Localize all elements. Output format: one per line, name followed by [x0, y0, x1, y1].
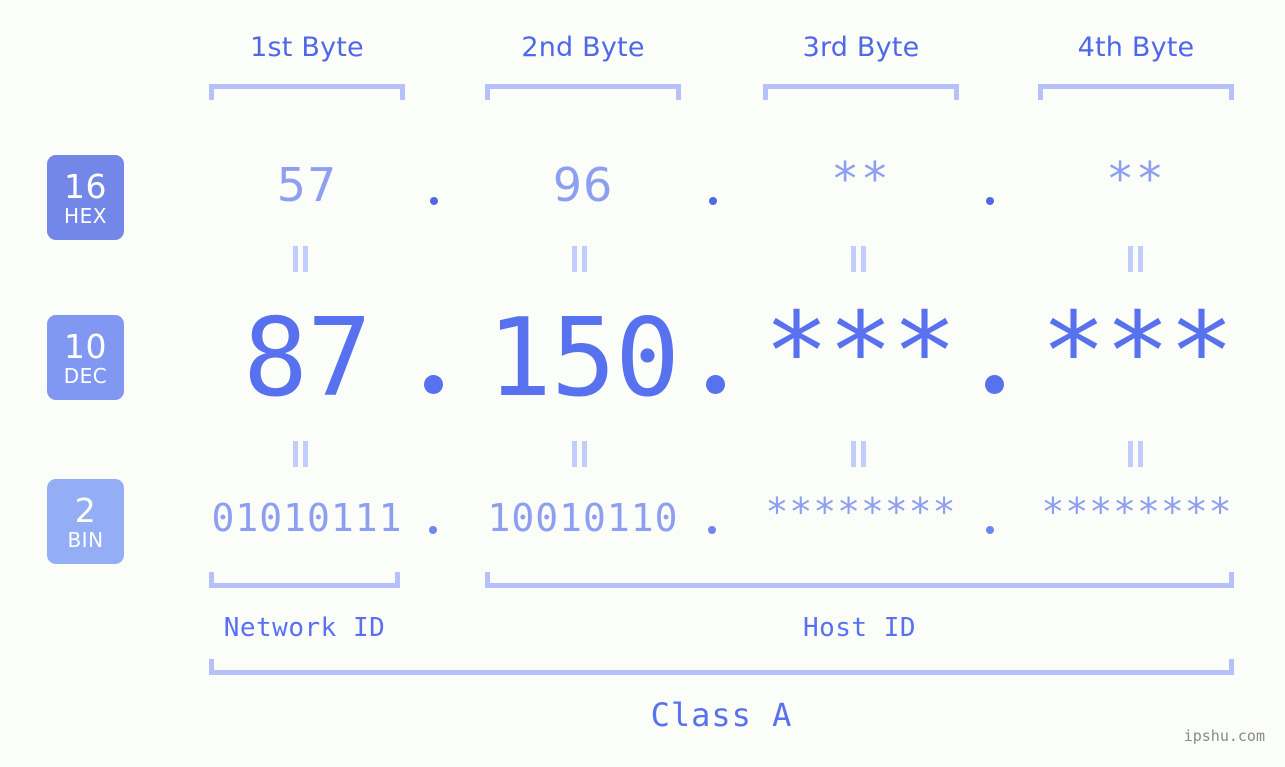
- radix-badge-name: BIN: [67, 527, 104, 552]
- byte-header-label: 3rd Byte: [802, 32, 920, 63]
- dec-value-byte-3: ***: [752, 290, 968, 415]
- dec-value-text: 150: [486, 296, 680, 421]
- host-id-text: Host ID: [802, 613, 917, 643]
- byte-bracket-2: [485, 84, 681, 100]
- dec-separator-dot-2: [706, 375, 725, 394]
- hex-value-byte-3: **: [763, 152, 959, 206]
- dec-value-text: ***: [1040, 290, 1234, 415]
- radix-badge-number: 2: [74, 490, 97, 530]
- equality-mark-hex-dec-1: [293, 246, 309, 272]
- radix-badge-dec: 10 DEC: [47, 315, 124, 400]
- dec-value-byte-2: 150: [471, 296, 695, 421]
- dec-value-byte-4: ***: [1029, 290, 1245, 415]
- byte-header-label: 4th Byte: [1077, 32, 1195, 63]
- class-label-text: Class A: [650, 696, 793, 734]
- equality-mark-hex-dec-2: [572, 246, 588, 272]
- hex-value-byte-1: 57: [209, 158, 405, 212]
- radix-badge-name: HEX: [64, 203, 107, 228]
- bin-separator-dot-2: [708, 526, 716, 534]
- bin-separator-dot-1: [429, 526, 437, 534]
- bin-value-byte-3: ********: [755, 490, 967, 534]
- site-watermark: ipshu.com: [1184, 727, 1265, 745]
- hex-value-byte-4: **: [1038, 152, 1234, 206]
- equality-mark-dec-bin-1: [293, 441, 309, 467]
- byte-header-2: 2nd Byte: [485, 32, 681, 63]
- bin-value-byte-1: 01010111: [201, 496, 413, 540]
- network-id-label: Network ID: [209, 613, 400, 643]
- bin-value-text: ********: [1041, 490, 1233, 534]
- class-label: Class A: [209, 696, 1234, 734]
- network-id-bracket: [209, 572, 400, 588]
- bin-value-text: 10010110: [487, 496, 679, 540]
- hex-value-text: **: [1106, 152, 1166, 206]
- equality-mark-dec-bin-2: [572, 441, 588, 467]
- host-id-bracket: [485, 572, 1234, 588]
- byte-bracket-4: [1038, 84, 1234, 100]
- equality-mark-dec-bin-4: [1128, 441, 1144, 467]
- hex-value-text: 96: [552, 158, 614, 212]
- byte-header-1: 1st Byte: [209, 32, 405, 63]
- hex-separator-dot-2: [709, 197, 717, 205]
- equality-mark-hex-dec-4: [1128, 246, 1144, 272]
- bin-value-byte-4: ********: [1031, 490, 1243, 534]
- hex-value-text: 57: [276, 158, 338, 212]
- radix-badge-bin: 2 BIN: [47, 479, 124, 564]
- dec-value-byte-1: 87: [209, 296, 405, 421]
- hex-value-text: **: [831, 152, 891, 206]
- radix-badge-number: 10: [64, 326, 107, 366]
- watermark-text: ipshu.com: [1183, 727, 1265, 745]
- dec-value-text: 87: [242, 296, 372, 421]
- ip-breakdown-diagram: 1st Byte 2nd Byte 3rd Byte 4th Byte 16 H…: [0, 0, 1285, 767]
- bin-value-text: 01010111: [211, 496, 403, 540]
- hex-value-byte-2: 96: [485, 158, 681, 212]
- radix-badge-number: 16: [64, 166, 107, 206]
- byte-bracket-3: [763, 84, 959, 100]
- dec-value-text: ***: [763, 290, 957, 415]
- byte-header-3: 3rd Byte: [763, 32, 959, 63]
- byte-header-4: 4th Byte: [1038, 32, 1234, 63]
- bin-value-text: ********: [765, 490, 957, 534]
- hex-separator-dot-1: [430, 197, 438, 205]
- dec-separator-dot-3: [985, 375, 1004, 394]
- hex-separator-dot-3: [986, 197, 994, 205]
- radix-badge-hex: 16 HEX: [47, 155, 124, 240]
- radix-badge-name: DEC: [63, 363, 108, 388]
- class-bracket: [209, 659, 1234, 675]
- host-id-label: Host ID: [485, 613, 1234, 643]
- equality-mark-hex-dec-3: [851, 246, 867, 272]
- bin-value-byte-2: 10010110: [477, 496, 689, 540]
- dec-separator-dot-1: [424, 375, 443, 394]
- byte-header-label: 1st Byte: [250, 32, 364, 63]
- byte-header-label: 2nd Byte: [521, 32, 645, 63]
- bin-separator-dot-3: [986, 526, 994, 534]
- network-id-text: Network ID: [223, 613, 386, 643]
- byte-bracket-1: [209, 84, 405, 100]
- equality-mark-dec-bin-3: [851, 441, 867, 467]
